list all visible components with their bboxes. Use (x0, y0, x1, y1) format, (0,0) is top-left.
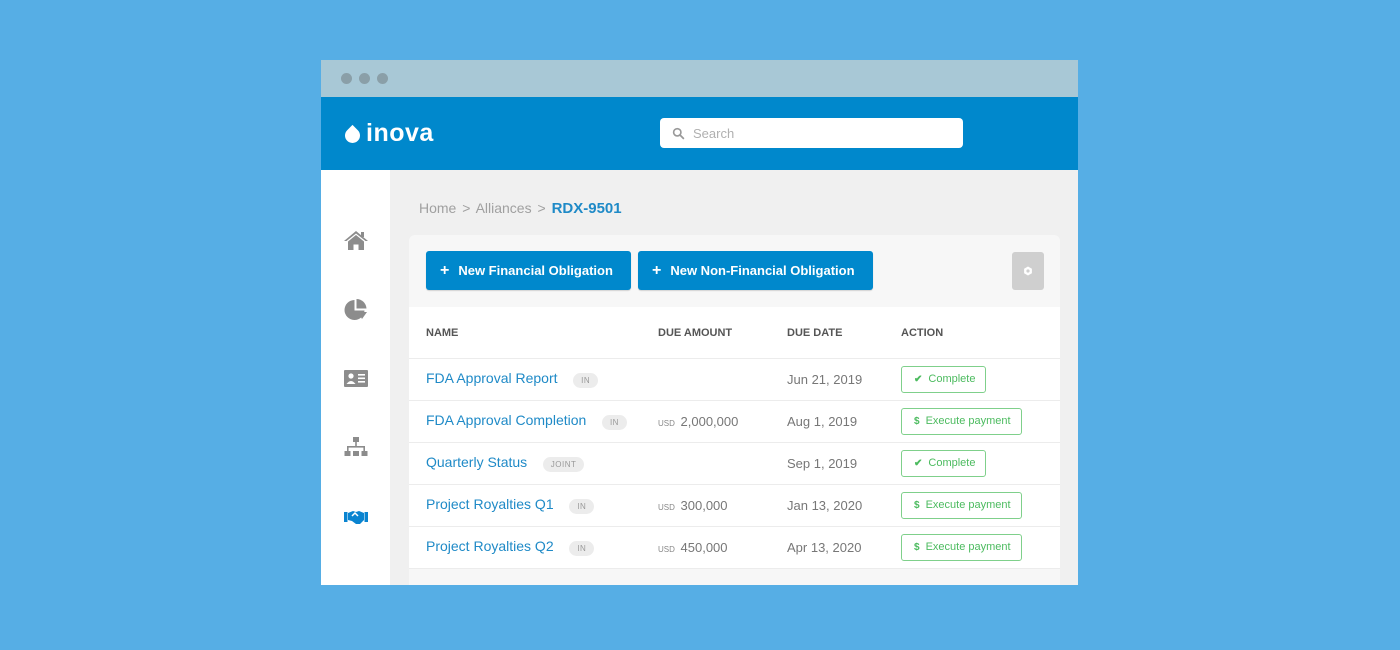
execute-payment-button[interactable]: $ Execute payment (901, 407, 1022, 435)
currency-label: USD (658, 502, 675, 512)
app-window: inova Search Home > Alliances > RDX-9501… (321, 60, 1078, 585)
handshake-icon (343, 511, 368, 524)
due-date: Jan 13, 2020 (787, 484, 901, 527)
window-control-dot[interactable] (359, 73, 370, 84)
button-label: New Non-Financial Obligation (670, 263, 855, 278)
sidebar-item-analytics[interactable] (321, 295, 390, 364)
new-non-financial-obligation-button[interactable]: + New Non-Financial Obligation (638, 251, 873, 290)
logo[interactable]: inova (341, 119, 434, 148)
search-icon (672, 127, 685, 139)
due-date: Aug 1, 2019 (787, 400, 901, 443)
action-label: Execute payment (925, 415, 1011, 427)
dollar-icon: $ (914, 499, 920, 511)
gear-icon (1024, 266, 1032, 276)
sidebar (321, 170, 390, 585)
direction-tag: IN (569, 498, 595, 514)
breadcrumb-home[interactable]: Home (419, 200, 456, 216)
complete-button[interactable]: ✔ Complete (901, 365, 987, 393)
obligations-card: + New Financial Obligation + New Non-Fin… (409, 235, 1060, 585)
search-box[interactable] (660, 118, 963, 148)
currency-label: USD (658, 544, 675, 554)
dollar-icon: $ (914, 541, 920, 553)
obligation-name-link[interactable]: Project Royalties Q2 (426, 538, 554, 554)
currency-label: USD (658, 418, 675, 428)
action-label: Complete (928, 373, 976, 385)
id-card-icon (343, 370, 368, 387)
dollar-icon: $ (914, 415, 920, 427)
toolbar: + New Financial Obligation + New Non-Fin… (409, 235, 1060, 307)
main-content: Home > Alliances > RDX-9501 + New Financ… (390, 170, 1078, 585)
direction-tag: IN (573, 372, 599, 388)
obligations-table: NAME DUE AMOUNT DUE DATE ACTION FDA Appr… (409, 307, 1060, 569)
home-icon (343, 231, 368, 250)
table-header-row: NAME DUE AMOUNT DUE DATE ACTION (409, 307, 1060, 359)
table-row: Project Royalties Q1 IN USD 300,000 Jan … (409, 484, 1060, 527)
sidebar-item-home[interactable] (321, 226, 390, 295)
app-header: inova (321, 97, 1078, 170)
due-amount: 450,000 (680, 539, 728, 555)
check-icon: ✔ (914, 457, 923, 469)
sidebar-item-alliances[interactable] (321, 502, 390, 571)
obligation-name-link[interactable]: FDA Approval Report (426, 370, 558, 386)
breadcrumb-separator: > (537, 200, 546, 216)
logo-drop-icon (341, 124, 364, 147)
logo-text: inova (366, 119, 434, 147)
breadcrumb-current: RDX-9501 (551, 200, 622, 217)
due-amount: 2,000,000 (680, 413, 739, 429)
new-financial-obligation-button[interactable]: + New Financial Obligation (426, 251, 631, 290)
complete-button[interactable]: ✔ Complete (901, 449, 987, 477)
table-row: FDA Approval Report IN Jun 21, 2019 ✔ Co… (409, 358, 1060, 401)
sitemap-icon (344, 437, 367, 456)
column-header-action: ACTION (901, 307, 1060, 359)
table-row: Project Royalties Q2 IN USD 450,000 Apr … (409, 526, 1060, 569)
action-label: Execute payment (925, 541, 1011, 553)
settings-button[interactable] (1012, 252, 1044, 290)
direction-tag: JOINT (542, 456, 585, 472)
plus-icon: + (652, 261, 662, 279)
sidebar-item-organization[interactable] (321, 433, 390, 502)
column-header-name[interactable]: NAME (409, 307, 658, 359)
breadcrumb-alliances[interactable]: Alliances (476, 200, 532, 216)
execute-payment-button[interactable]: $ Execute payment (901, 491, 1022, 519)
breadcrumb-separator: > (462, 200, 471, 216)
obligation-name-link[interactable]: Quarterly Status (426, 454, 527, 470)
action-label: Complete (928, 457, 976, 469)
due-date: Jun 21, 2019 (787, 358, 901, 401)
due-amount: 300,000 (680, 497, 728, 513)
window-control-dot[interactable] (341, 73, 352, 84)
search-input[interactable] (693, 125, 953, 141)
breadcrumb: Home > Alliances > RDX-9501 (419, 200, 1060, 220)
button-label: New Financial Obligation (458, 263, 613, 278)
column-header-due-date[interactable]: DUE DATE (787, 307, 901, 359)
pie-chart-icon (344, 299, 367, 320)
direction-tag: IN (601, 414, 627, 430)
window-control-dot[interactable] (377, 73, 388, 84)
table-row: Quarterly Status JOINT Sep 1, 2019 ✔ Com… (409, 442, 1060, 485)
table-row: FDA Approval Completion IN USD 2,000,000… (409, 400, 1060, 443)
obligation-name-link[interactable]: FDA Approval Completion (426, 412, 586, 428)
execute-payment-button[interactable]: $ Execute payment (901, 533, 1022, 561)
check-icon: ✔ (914, 373, 923, 385)
obligation-name-link[interactable]: Project Royalties Q1 (426, 496, 554, 512)
direction-tag: IN (569, 540, 595, 556)
action-label: Execute payment (925, 499, 1011, 511)
plus-icon: + (440, 261, 450, 279)
window-titlebar (321, 60, 1078, 97)
due-date: Sep 1, 2019 (787, 442, 901, 485)
sidebar-item-contacts[interactable] (321, 364, 390, 433)
due-date: Apr 13, 2020 (787, 526, 901, 569)
column-header-due-amount[interactable]: DUE AMOUNT (658, 307, 787, 359)
